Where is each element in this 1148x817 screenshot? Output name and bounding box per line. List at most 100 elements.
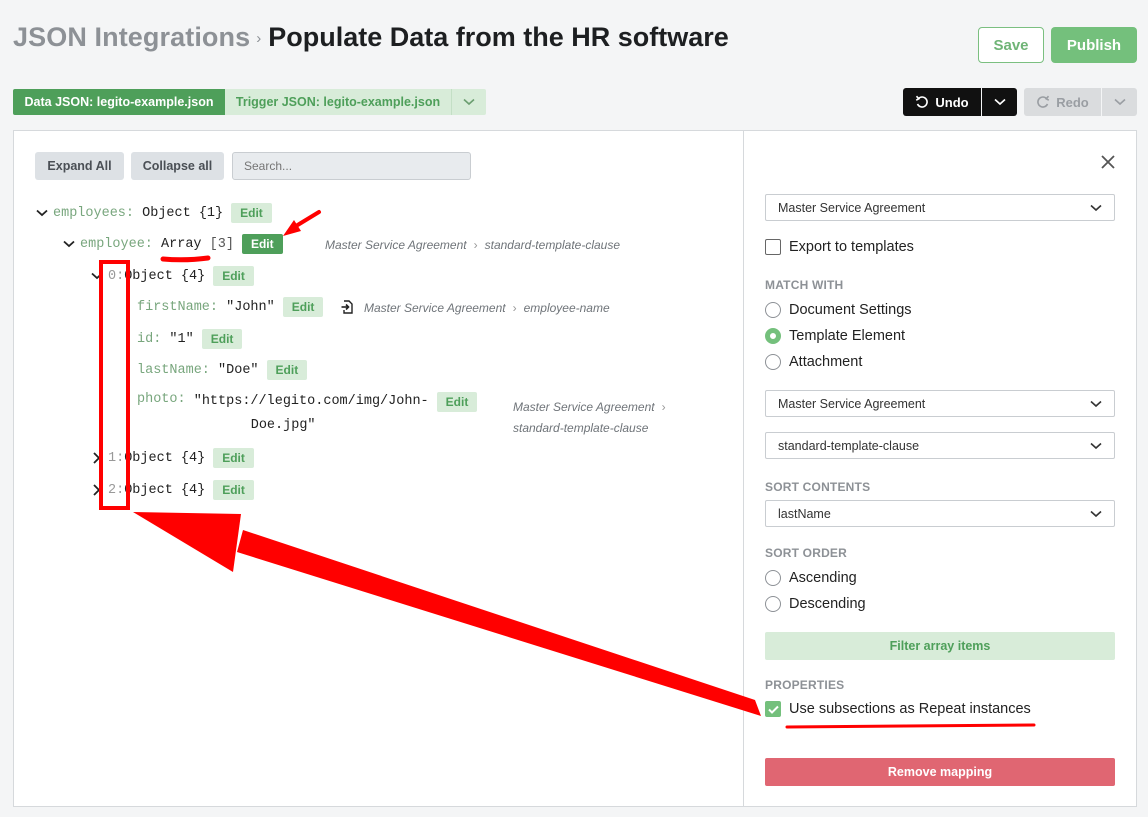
filter-array-items-button[interactable]: Filter array items	[765, 632, 1115, 660]
tree-key: lastName:	[137, 362, 210, 378]
edit-button[interactable]: Edit	[201, 329, 243, 349]
tree-row-photo: photo: "https://legito.com/img/John- Doe…	[137, 392, 478, 438]
json-tabs-dropdown[interactable]	[451, 89, 486, 115]
edit-button[interactable]: Edit	[436, 392, 478, 412]
tree-value: "Doe"	[218, 362, 259, 378]
tree-row-firstname: firstName: "John" Edit	[137, 297, 324, 317]
radio-attachment[interactable]: Attachment	[765, 354, 862, 370]
save-button[interactable]: Save	[978, 27, 1044, 63]
export-to-templates-checkbox[interactable]: Export to templates	[765, 239, 914, 255]
mapping-path: Master Service Agreement › employee-name	[364, 301, 610, 315]
edit-button[interactable]: Edit	[213, 266, 254, 286]
tab-data-json[interactable]: Data JSON: legito-example.json	[13, 89, 225, 115]
chevron-down-icon[interactable]	[90, 272, 104, 280]
tree-row-employee: employee: Array [3] Edit	[62, 234, 283, 254]
edit-button[interactable]: Edit	[282, 297, 324, 317]
radio-circle[interactable]	[765, 570, 781, 586]
radio-ascending[interactable]: Ascending	[765, 570, 857, 586]
undo-label: Undo	[935, 94, 969, 110]
radio-circle-selected[interactable]	[765, 328, 781, 344]
sort-contents-label: SORT CONTENTS	[765, 480, 871, 494]
tab-trigger-json[interactable]: Trigger JSON: legito-example.json	[225, 89, 451, 115]
radio-label: Ascending	[789, 570, 857, 586]
tree-index: 2:	[108, 482, 125, 498]
element-select-value: standard-template-clause	[778, 438, 920, 453]
match-with-label: MATCH WITH	[765, 278, 844, 292]
mapping-element: standard-template-clause	[484, 238, 621, 252]
edit-button-active[interactable]: Edit	[241, 234, 283, 254]
template-select-value: Master Service Agreement	[778, 200, 926, 215]
tree-row-item-1: 1: Object {4} Edit	[90, 448, 254, 468]
expand-all-button[interactable]: Expand All	[35, 152, 124, 180]
edit-button[interactable]: Edit	[266, 360, 308, 380]
radio-descending[interactable]: Descending	[765, 596, 866, 612]
mapping-document: Master Service Agreement	[513, 400, 655, 414]
publish-button[interactable]: Publish	[1051, 27, 1137, 63]
chevron-down-icon	[463, 98, 475, 106]
mapping-path: Master Service Agreement › standard-templ…	[513, 397, 673, 439]
edit-button[interactable]: Edit	[231, 203, 272, 223]
element-select[interactable]: standard-template-clause	[765, 432, 1115, 459]
chevron-down-icon	[993, 98, 1006, 106]
properties-label: PROPERTIES	[765, 678, 845, 692]
tree-value: Object {4}	[124, 482, 206, 498]
repeat-instances-checkbox[interactable]: Use subsections as Repeat instances	[765, 701, 1031, 717]
mapping-element: employee-name	[523, 301, 610, 315]
export-document-icon	[341, 300, 353, 314]
chevron-down-icon	[1090, 442, 1102, 449]
undo-icon	[916, 95, 929, 108]
radio-circle[interactable]	[765, 302, 781, 318]
tree-row-id: id: "1" Edit	[137, 329, 243, 349]
undo-dropdown[interactable]	[982, 88, 1017, 116]
chevron-down-icon[interactable]	[35, 209, 49, 217]
radio-label: Document Settings	[789, 302, 912, 318]
tree-key: photo:	[137, 392, 186, 407]
redo-dropdown[interactable]	[1102, 88, 1137, 116]
tree-key: employees:	[53, 205, 135, 221]
tree-value: Object {4}	[124, 450, 206, 466]
mapping-element: standard-template-clause	[513, 421, 649, 435]
radio-circle[interactable]	[765, 596, 781, 612]
tree-value-line-2: Doe.jpg"	[250, 418, 316, 433]
tree-value-count: [3]	[209, 236, 234, 252]
sort-order-label: SORT ORDER	[765, 546, 848, 560]
radio-document-settings[interactable]: Document Settings	[765, 302, 912, 318]
document-select[interactable]: Master Service Agreement	[765, 390, 1115, 417]
checkbox-box-checked[interactable]	[765, 701, 781, 717]
undo-button[interactable]: Undo	[903, 88, 981, 116]
edit-button[interactable]: Edit	[213, 448, 254, 468]
tree-value: Object {1}	[142, 205, 224, 221]
tree-key: firstName:	[137, 299, 219, 315]
breadcrumb-json-integrations[interactable]: JSON Integrations	[13, 22, 250, 53]
chevron-down-icon	[1090, 400, 1102, 407]
template-select[interactable]: Master Service Agreement	[765, 194, 1115, 221]
edit-button[interactable]: Edit	[213, 480, 254, 500]
chevron-down-icon	[1090, 204, 1102, 211]
chevron-right-icon[interactable]	[90, 452, 104, 464]
header: JSON Integrations › Populate Data from t…	[13, 22, 729, 53]
chevron-down-icon	[1090, 510, 1102, 517]
document-select-value: Master Service Agreement	[778, 396, 926, 411]
tree-row-item-2: 2: Object {4} Edit	[90, 480, 254, 500]
radio-label: Attachment	[789, 354, 863, 370]
tree-key: employee:	[80, 236, 153, 252]
close-icon[interactable]	[1100, 154, 1116, 170]
redo-icon	[1037, 95, 1050, 108]
remove-mapping-button[interactable]: Remove mapping	[765, 758, 1115, 786]
chevron-down-icon[interactable]	[62, 240, 76, 248]
checkbox-box[interactable]	[765, 239, 781, 255]
sort-contents-select[interactable]: lastName	[765, 500, 1115, 527]
mapping-document: Master Service Agreement	[325, 238, 467, 252]
radio-template-element[interactable]: Template Element	[765, 328, 905, 344]
redo-button[interactable]: Redo	[1024, 88, 1101, 116]
tree-index: 0:	[108, 268, 125, 284]
collapse-all-button[interactable]: Collapse all	[131, 152, 224, 180]
tree-value-line-1: "https://legito.com/img/John-	[193, 394, 429, 409]
breadcrumb-separator-icon: ›	[256, 30, 262, 47]
search-input[interactable]	[232, 152, 471, 180]
radio-circle[interactable]	[765, 354, 781, 370]
mapping-document: Master Service Agreement	[364, 301, 506, 315]
chevron-down-icon	[1113, 98, 1126, 106]
radio-label: Template Element	[789, 328, 906, 344]
chevron-right-icon[interactable]	[90, 484, 104, 496]
